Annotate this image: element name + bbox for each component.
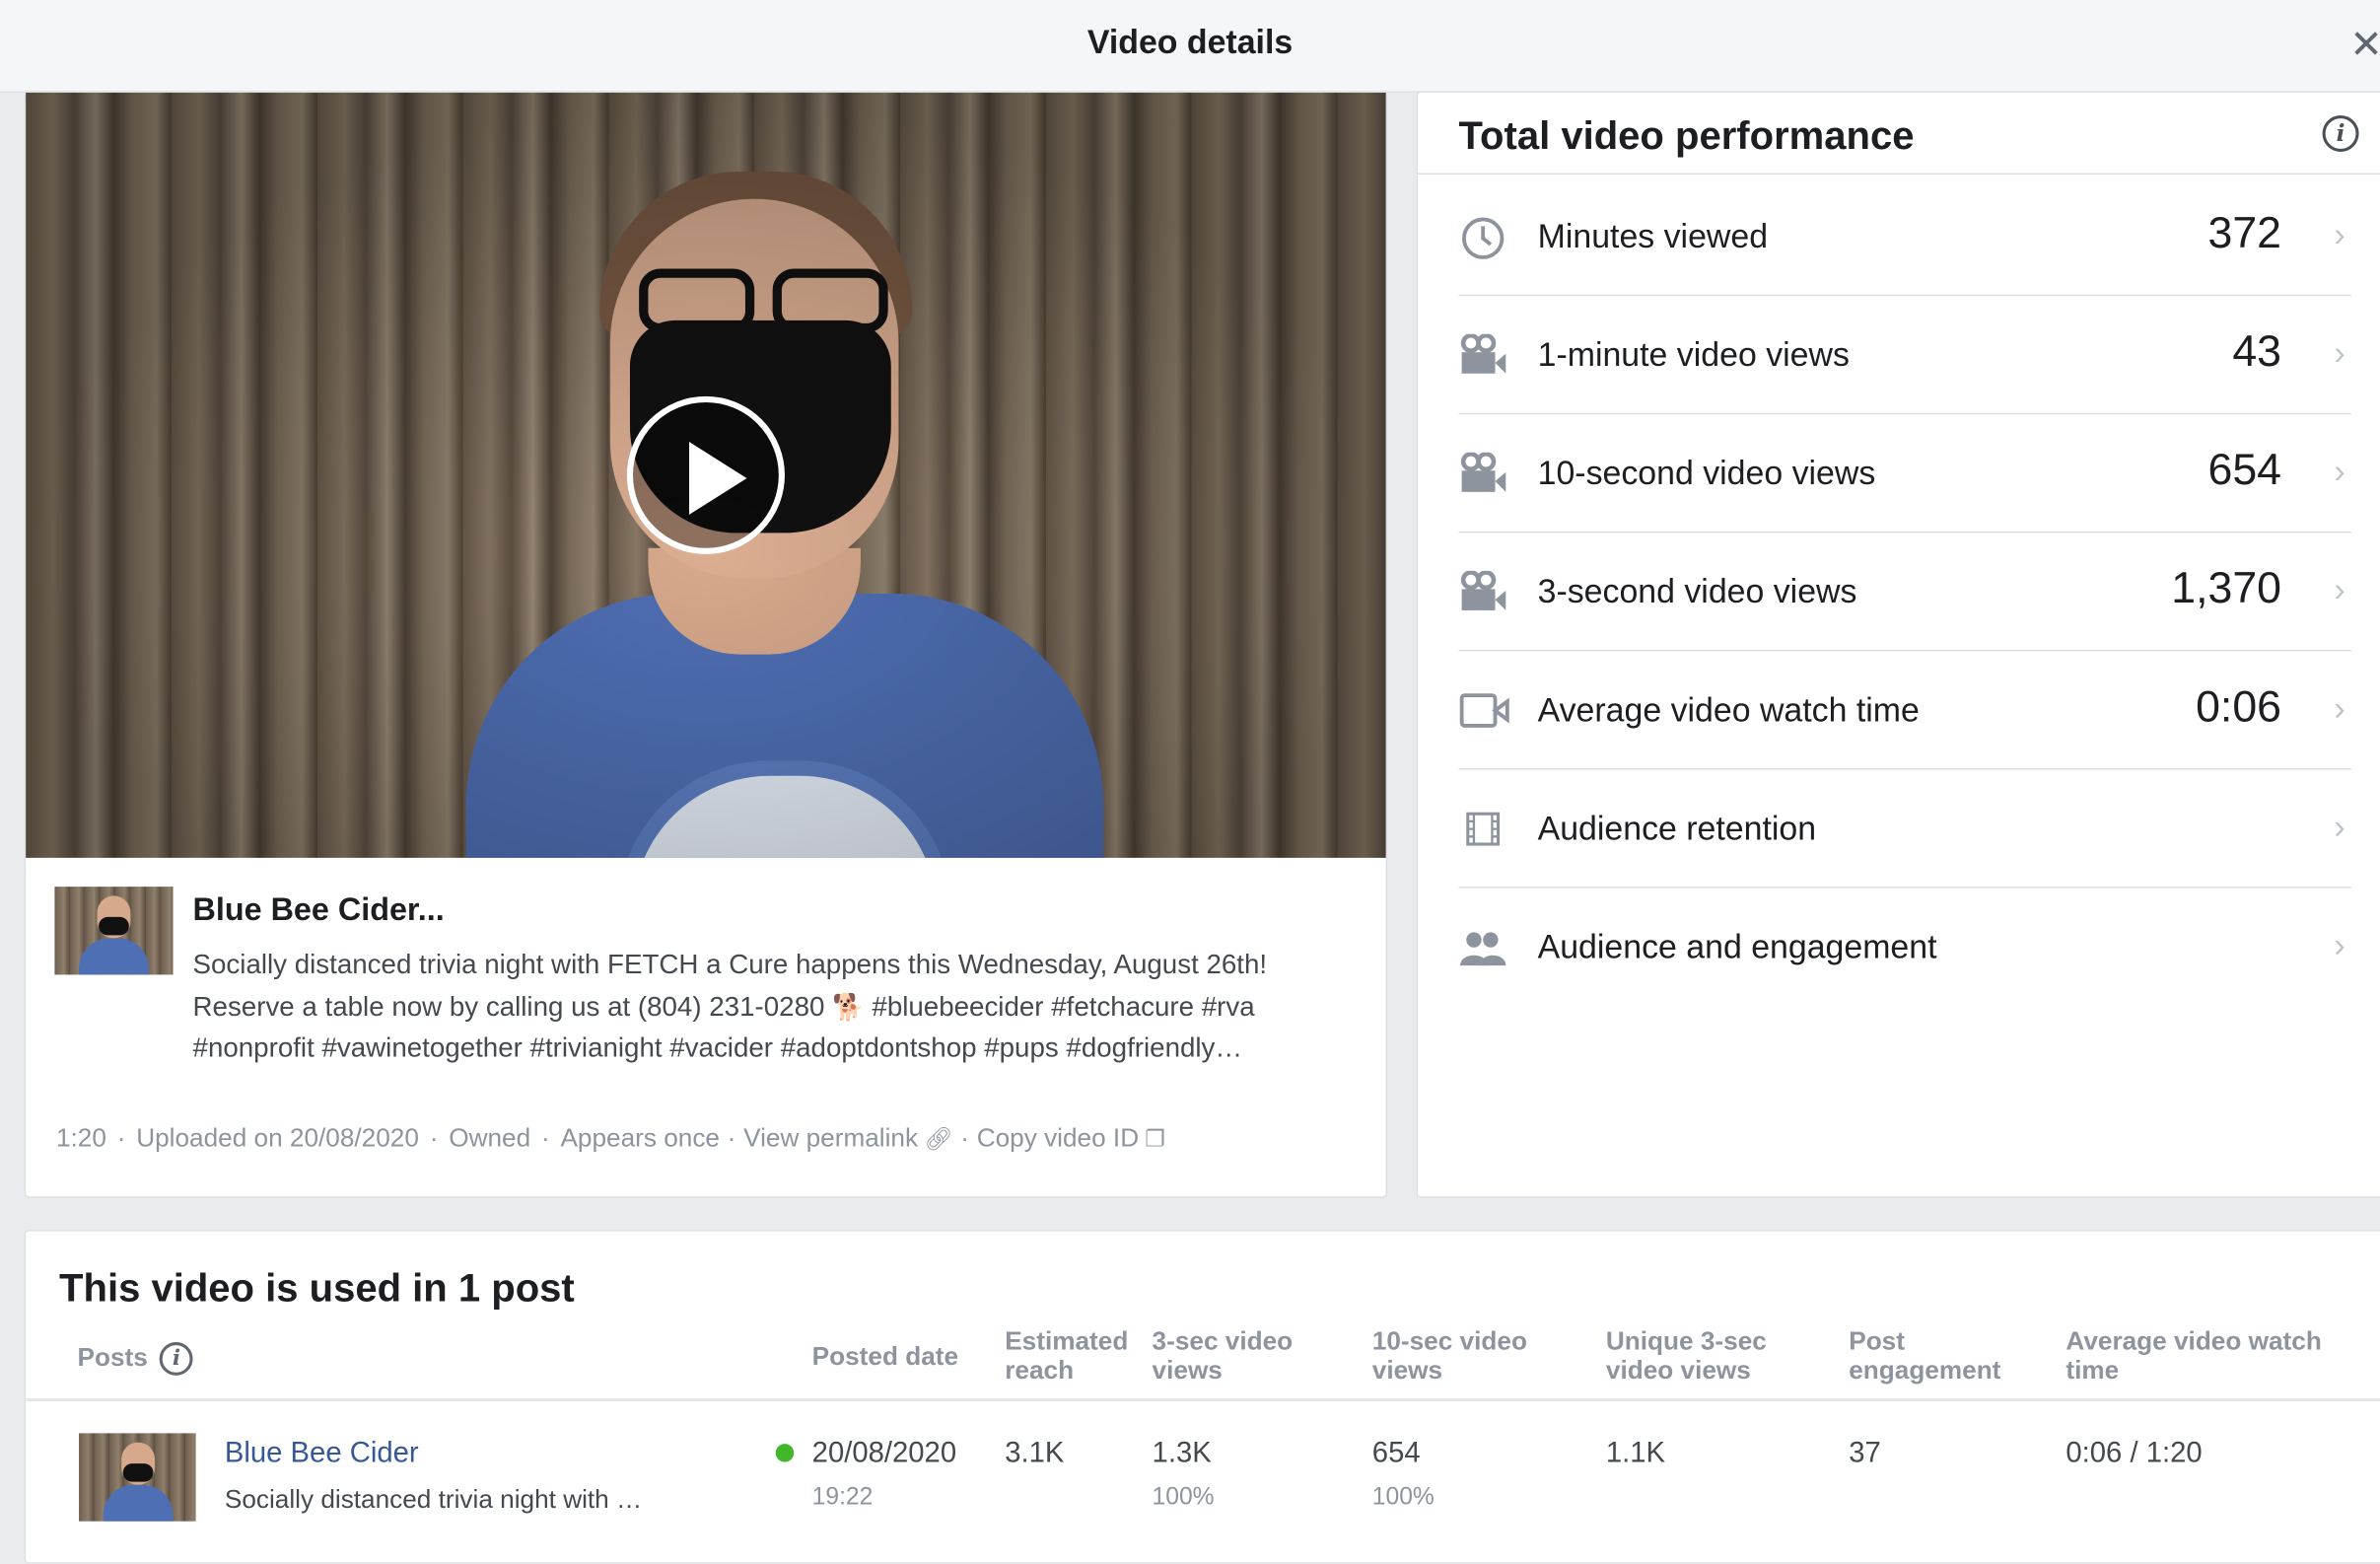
upload-date: Uploaded on 20/08/2020 [136,1123,419,1153]
video-camera-icon [1459,570,1507,613]
post-snippet: Socially distanced trivia night with … [224,1484,643,1514]
dog-emoji-icon: 🐕 [832,992,865,1022]
chevron-right-icon: › [2334,808,2345,846]
metric-value: 372 [2207,209,2282,258]
divider [1417,173,2380,176]
posted-time: 19:22 [811,1484,874,1511]
metric-audience-retention[interactable]: Audience retention › [1458,768,2351,889]
metric-value: 43 [2232,327,2282,377]
chevron-right-icon: › [2334,688,2345,728]
video-description-line3: #nonprofit #vawinetogether #trivianight … [192,1031,1243,1063]
chevron-right-icon: › [2334,452,2345,491]
ten-sec-views-pct: 100% [1371,1484,1435,1511]
film-strip-icon [1459,808,1507,850]
play-icon[interactable] [626,395,785,554]
metric-minutes-viewed[interactable]: Minutes viewed 372 › [1458,177,2351,297]
column-header-unique-3-sec-views[interactable]: Unique 3-sec video views [1606,1327,1767,1386]
video-description-line2a: Reserve a table now by calling us at (80… [192,990,833,1022]
dialog-header: Video details ✕ [0,0,2380,93]
metric-label: Minutes viewed [1537,217,1769,255]
post-thumbnail [79,1433,196,1522]
performance-title: Total video performance [1458,111,1915,159]
chevron-right-icon: › [2334,333,2345,373]
video-description-line1: Socially distanced trivia night with FET… [192,949,1268,980]
estimated-reach: 3.1K [1005,1438,1065,1470]
video-description-line2b: #bluebeecider #fetchacure #rva [864,990,1255,1022]
unique-3-sec-views: 1.1K [1605,1438,1666,1470]
metric-label: 10-second video views [1537,454,1876,492]
video-thumbnail [54,887,174,975]
video-meta-row: 1:20 · Uploaded on 20/08/2020 · Owned · Appear… [55,1123,1165,1153]
three-sec-views: 1.3K [1152,1438,1212,1470]
column-header-posts[interactable]: Posts i [78,1342,193,1376]
column-header-post-engagement[interactable]: Post engagement [1849,1327,2000,1386]
metric-1-minute-views[interactable]: 1-minute video views 43 › [1458,295,2351,415]
view-permalink-link[interactable]: View permalink 🔗︎ [743,1123,952,1152]
metric-10-second-views[interactable]: 10-second video views 654 › [1458,413,2351,533]
metric-label: 3-second video views [1537,572,1857,610]
column-header-posted-date[interactable]: Posted date [812,1342,958,1371]
video-title: Blue Bee Cider... [192,892,445,928]
post-engagement: 37 [1849,1438,1881,1470]
copy-icon: ❐ [1145,1126,1165,1153]
video-details-dialog: Video details ✕ Blue Bee Cider... Social… [0,0,2380,1564]
column-header-average-watch-time[interactable]: Average video watch time [2065,1327,2321,1386]
metric-label: Audience and engagement [1537,927,1937,966]
published-status-icon [775,1444,795,1462]
metric-label: Audience retention [1537,809,1817,848]
video-camera-icon [1459,332,1507,377]
copy-video-id-link[interactable]: Copy video ID ❐ [977,1123,1165,1152]
people-icon [1459,926,1507,968]
posts-card: This video is used in 1 post Posts i Post… [24,1230,2380,1564]
clock-icon [1459,216,1507,259]
column-header-3-sec-views[interactable]: 3-sec video views [1153,1327,1294,1386]
video-camera-icon [1459,452,1507,495]
metric-audience-engagement[interactable]: Audience and engagement › [1459,887,2351,1005]
posted-date: 20/08/2020 [811,1438,957,1470]
video-icon [1459,689,1509,732]
metric-value: 654 [2207,446,2282,495]
chevron-right-icon: › [2334,215,2345,254]
metric-label: Average video watch time [1537,690,1920,730]
ownership-label: Owned [449,1123,531,1153]
metric-label: 1-minute video views [1537,335,1850,374]
video-duration: 1:20 [55,1123,106,1153]
info-icon[interactable]: i [2322,115,2359,152]
info-icon[interactable]: i [160,1342,193,1376]
divider [26,1397,2380,1402]
metric-value: 0:06 [2196,682,2282,733]
video-card: Blue Bee Cider... Socially distanced tri… [24,91,1388,1198]
metric-average-watch-time[interactable]: Average video watch time 0:06 › [1458,650,2351,770]
metric-value: 1,370 [2171,564,2282,613]
three-sec-views-pct: 100% [1152,1484,1215,1511]
chevron-right-icon: › [2334,926,2345,964]
post-name-link[interactable]: Blue Bee Cider [225,1438,419,1471]
chevron-right-icon: › [2334,570,2345,609]
ten-sec-views: 654 [1371,1438,1421,1470]
performance-card: Total video performance i Minutes viewed… [1416,91,2380,1198]
column-header-estimated-reach[interactable]: Estimated reach [1005,1327,1128,1386]
metric-3-second-views[interactable]: 3-second video views 1,370 › [1458,532,2351,652]
video-description: Socially distanced trivia night with FET… [193,945,1369,1070]
appearance-count: Appears once [560,1123,720,1153]
column-header-10-sec-views[interactable]: 10-sec video views [1372,1327,1527,1386]
posts-title: This video is used in 1 post [59,1264,575,1311]
close-icon[interactable]: ✕ [2349,22,2380,69]
video-player[interactable] [26,92,1386,858]
dialog-title: Video details [1086,23,1294,61]
link-icon: 🔗︎ [924,1126,953,1153]
average-watch-time: 0:06 / 1:20 [2065,1438,2203,1470]
